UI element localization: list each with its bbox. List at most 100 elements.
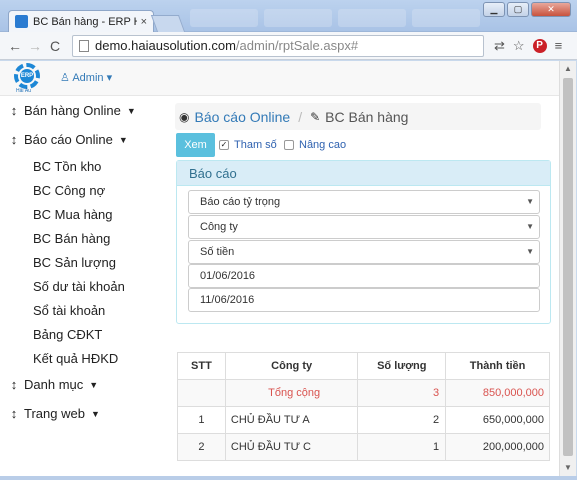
maximize-button[interactable]: ▢ [507,2,529,17]
row-qty: 2 [357,406,447,434]
url-path: /admin/rptSale.aspx# [235,38,359,53]
header-stt[interactable]: STT [177,352,226,380]
reload-icon[interactable]: C [46,38,64,54]
web-page: ERP Hải Âu ♙ Admin ▾ ↕ Bán hàng Online ▼… [0,61,559,476]
browser-title-bar: BC Bán hàng - ERP Hải Âu × ▁ ▢ ✕ [0,0,577,32]
caret-down-icon: ▼ [118,134,128,145]
view-button[interactable]: Xem [176,133,215,157]
measure-value: Số tiền [200,246,235,258]
header-company[interactable]: Công ty [224,352,359,380]
tab-title: BC Bán hàng - ERP Hải Âu [33,15,137,28]
caret-down-icon: ▾ [106,72,113,84]
sidebar-item-sales-report[interactable]: BC Bán hàng [0,226,168,250]
vertical-arrows-icon: ↕ [10,132,18,147]
breadcrumb-separator: / [298,108,303,125]
menu-icon[interactable]: ≡ [555,38,563,53]
sidebar-item-inventory-report[interactable]: BC Tồn kho [0,154,168,178]
header-qty[interactable]: Số lượng [357,352,447,380]
group-by-select[interactable]: Công ty ▼ [188,215,540,239]
favicon-icon [15,15,28,28]
date-from-input[interactable]: 01/06/2016 [188,264,540,288]
total-qty: 3 [357,379,447,407]
total-row: Tổng cộng 3 850,000,000 [177,379,550,407]
report-type-select[interactable]: Báo cáo tỷ trọng ▼ [188,190,540,214]
back-icon[interactable]: ← [6,38,24,54]
param-option[interactable]: ✓ Tham số [219,139,277,151]
app-top-bar: ERP Hải Âu ♙ Admin ▾ [0,61,559,96]
user-name: Admin [72,72,104,84]
advanced-option[interactable]: Nâng cao [284,139,346,151]
table-row: 1 CHỦ ĐẦU TƯ A 2 650,000,000 [177,406,550,434]
sidebar-item-balance-sheet[interactable]: Bảng CĐKT [0,322,168,346]
sidebar-item-debt-report[interactable]: BC Công nợ [0,178,168,202]
breadcrumb: ◉ Báo cáo Online / ✎ BC Bán hàng [175,103,541,130]
header-amount[interactable]: Thành tiền [445,352,550,380]
vertical-arrows-icon: ↕ [10,406,18,421]
sidebar-item-output-report[interactable]: BC Sản lượng [0,250,168,274]
minimize-button[interactable]: ▁ [483,2,505,17]
browser-toolbar: ← → C demo.haiausolution.com/admin/rptSa… [0,32,577,60]
scroll-down-icon[interactable]: ▼ [560,460,576,476]
logo-subtitle: Hải Âu [16,88,32,94]
vertical-arrows-icon: ↕ [10,377,18,392]
sidebar-group-label: Bán hàng Online [24,103,121,118]
user-icon: ♙ [60,72,70,84]
row-company: CHỦ ĐẦU TƯ C [224,433,359,461]
sidebar-item-account-balance[interactable]: Số dư tài khoản [0,274,168,298]
scroll-up-icon[interactable]: ▲ [560,61,576,77]
date-to-input[interactable]: 11/06/2016 [188,288,540,312]
param-label: Tham số [234,139,277,151]
table-header-row: STT Công ty Số lượng Thành tiền [177,352,550,380]
row-amount: 650,000,000 [445,406,550,434]
bookmark-star-icon[interactable]: ☆ [513,38,525,54]
sidebar: ↕ Bán hàng Online ▼ ↕ Báo cáo Online ▼ B… [0,96,168,476]
pinterest-icon[interactable]: P [532,38,547,53]
logo-text: ERP [20,69,34,83]
sidebar-group-reports-online[interactable]: ↕ Báo cáo Online ▼ [0,125,168,154]
sidebar-item-purchase-report[interactable]: BC Mua hàng [0,202,168,226]
vertical-arrows-icon: ↕ [10,103,18,118]
close-window-button[interactable]: ✕ [531,2,571,17]
translate-icon[interactable]: ⇄ [494,38,505,54]
sidebar-group-categories[interactable]: ↕ Danh mục ▼ [0,370,168,399]
main-content: ◉ Báo cáo Online / ✎ BC Bán hàng Xem ✓ T… [168,96,559,476]
report-type-value: Báo cáo tỷ trọng [200,196,281,208]
sidebar-item-ledger[interactable]: Sổ tài khoản [0,298,168,322]
sidebar-group-website[interactable]: ↕ Trang web ▼ [0,399,168,428]
sidebar-group-label: Báo cáo Online [24,132,113,147]
forward-icon[interactable]: → [26,38,44,54]
total-stt-cell [177,379,226,407]
user-menu[interactable]: ♙ Admin ▾ [60,71,112,84]
sidebar-group-sales-online[interactable]: ↕ Bán hàng Online ▼ [0,96,168,125]
select-arrow-icon: ▼ [526,247,534,256]
param-checkbox[interactable]: ✓ [219,140,229,150]
background-tabs [190,9,480,27]
row-qty: 1 [357,433,447,461]
window-bottom-border [0,476,577,480]
address-bar[interactable]: demo.haiausolution.com/admin/rptSale.asp… [72,34,484,57]
tab-close-icon[interactable]: × [141,16,147,28]
report-panel: Báo cáo Báo cáo tỷ trọng ▼ Công ty ▼ Số … [176,160,551,324]
dashboard-icon: ◉ [179,109,190,124]
breadcrumb-current: BC Bán hàng [325,108,409,125]
group-by-value: Công ty [200,221,238,233]
table-row: 2 CHỦ ĐẦU TƯ C 1 200,000,000 [177,433,550,461]
total-amount: 850,000,000 [445,379,550,407]
caret-down-icon: ▼ [126,105,136,116]
advanced-label: Nâng cao [299,139,347,151]
sidebar-item-income-statement[interactable]: Kết quả HĐKD [0,346,168,370]
caret-down-icon: ▼ [90,408,100,419]
measure-select[interactable]: Số tiền ▼ [188,240,540,264]
scrollbar-thumb[interactable] [563,78,573,456]
vertical-scrollbar[interactable]: ▲ ▼ [559,61,576,476]
select-arrow-icon: ▼ [526,222,534,231]
edit-icon: ✎ [310,109,321,124]
report-panel-title: Báo cáo [177,161,550,186]
row-amount: 200,000,000 [445,433,550,461]
new-tab-button[interactable] [150,15,186,32]
app-logo[interactable]: ERP Hải Âu [12,63,44,94]
breadcrumb-parent-link[interactable]: Báo cáo Online [194,109,290,125]
advanced-checkbox[interactable] [284,140,294,150]
browser-tab[interactable]: BC Bán hàng - ERP Hải Âu × [8,10,154,32]
row-company: CHỦ ĐẦU TƯ A [224,406,359,434]
